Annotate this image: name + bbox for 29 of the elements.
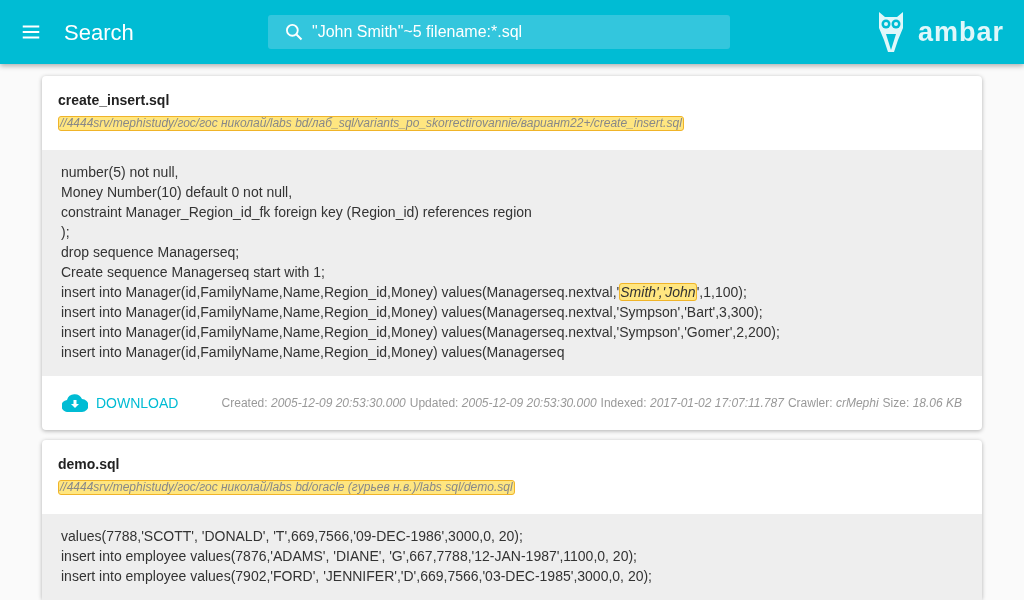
download-button[interactable]: DOWNLOAD xyxy=(62,392,179,414)
code-line: constraint Manager_Region_id_fk foreign key (Region_id) references region xyxy=(61,203,533,222)
file-name[interactable]: create_insert.sql xyxy=(58,90,966,110)
meta-text: Created: 2005-12-09 20:53:30.000 xyxy=(221,395,406,412)
code-line: Money Number(10) default 0 not null, xyxy=(61,183,294,202)
logo-text: ambar xyxy=(917,15,1004,49)
file-path: //4444srv/mephistudy/гос/гос николай/labs bd/oracle (гурьев н.в.)/labs sql/demo.sql xyxy=(58,480,515,495)
cloud-download-icon xyxy=(62,394,88,412)
search-field[interactable]: "John Smith"~5 filename:*.sql xyxy=(268,15,730,49)
page-title: Search xyxy=(64,18,135,47)
code-line: ); xyxy=(61,223,71,242)
code-line: insert into employee values(7902,'FORD', 'JENNIFER','D',669,7566,'03-DEC-1985',3000,0, 20); xyxy=(61,567,653,586)
code-line: Create sequence Managerseq start with 1; xyxy=(61,263,326,282)
meta-text: Updated: 2005-12-09 20:53:30.000 xyxy=(409,395,597,412)
file-path: //4444srv/mephistudy/гос/гос николай/labs bd/лаб_sql/variants_po_skorrectirovannie/вариант22+/create_insert.sql xyxy=(58,116,684,131)
code-line: values(7788,'SCOTT', 'DONALD', 'T',669,7566,'09-DEC-1986',3000,0, 20); xyxy=(61,527,524,546)
code-line: insert into Manager(id,FamilyName,Name,Region_id,Money) values(Managerseq.nextval,'Sympson','Gomer',2,200); xyxy=(61,323,781,342)
code-line: insert into employee values(7876,'ADAMS', 'DIANE', 'G',667,7788,'12-JAN-1987',1100,0, 20); xyxy=(61,547,638,566)
meta-text: Size: 18.06 KB xyxy=(882,395,962,412)
code-line: drop sequence Managerseq; xyxy=(61,243,241,262)
code-line: insert into Manager(id,FamilyName,Name,Region_id,Money) values(Managerseq xyxy=(61,343,566,362)
meta-text: Indexed: 2017-01-02 17:07:11.787 xyxy=(600,395,784,412)
search-icon xyxy=(284,22,304,42)
file-name[interactable]: demo.sql xyxy=(58,454,966,474)
meta-text: Crawler: crMephi xyxy=(787,395,879,412)
code-line: insert into Manager(id,FamilyName,Name,Region_id,Money) values(Managerseq.nextval,'Sympson','Bart',3,300); xyxy=(61,303,764,322)
code-line: insert into Manager(id,FamilyName,Name,Region_id,Money) values(Managerseq.nextval,'Smith','John',1,100); xyxy=(61,282,748,302)
code-line: number(5) not null, xyxy=(61,163,180,182)
search-input[interactable]: "John Smith"~5 filename:*.sql xyxy=(312,20,714,44)
